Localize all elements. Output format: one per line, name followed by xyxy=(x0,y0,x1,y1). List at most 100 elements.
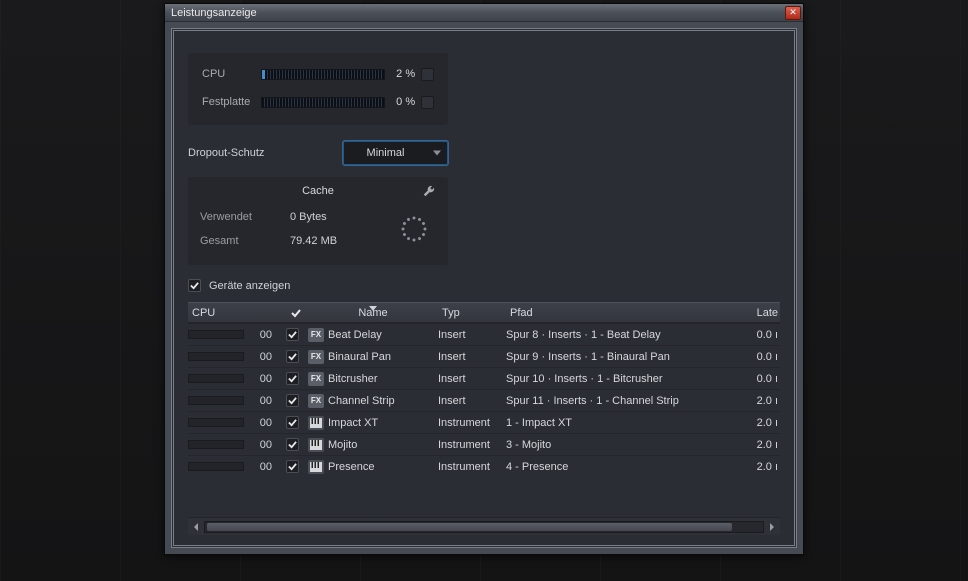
table-row[interactable]: 00FXBeat DelayInsertSpur 8 · Inserts · 1… xyxy=(188,323,780,345)
wrench-icon[interactable] xyxy=(422,184,436,198)
cpu-value: 2 % xyxy=(385,68,415,80)
fx-icon: FX xyxy=(308,394,324,408)
row-path: Spur 9 · Inserts · 1 - Binaural Pan xyxy=(506,351,740,363)
row-latency: 0.0 ı xyxy=(740,373,780,385)
horizontal-scrollbar[interactable] xyxy=(188,517,780,535)
disk-label: Festplatte xyxy=(202,96,261,108)
scroll-right-button[interactable] xyxy=(764,519,780,535)
spinner-icon xyxy=(400,215,428,243)
meters-panel: CPU 2 % Festplatte 0 % xyxy=(188,53,448,125)
row-cpu-meter xyxy=(188,418,244,427)
col-name[interactable]: Name xyxy=(308,307,438,319)
show-devices-row: Geräte anzeigen xyxy=(188,279,780,292)
cpu-meter-row: CPU 2 % xyxy=(202,63,434,85)
row-cpu-meter xyxy=(188,462,244,471)
cache-used-label: Verwendet xyxy=(200,211,290,223)
cache-header: Cache xyxy=(200,185,436,197)
row-name: Binaural Pan xyxy=(328,351,391,363)
show-devices-checkbox[interactable] xyxy=(188,279,201,292)
scroll-left-button[interactable] xyxy=(188,519,204,535)
row-type: Insert xyxy=(438,351,506,363)
table-row[interactable]: 00 FX Binaural Pan InsertSpur 9 · Inserts ·… xyxy=(188,345,780,367)
row-latency: 0.0 ı xyxy=(740,329,780,341)
cpu-cell: 00 xyxy=(188,395,284,407)
dialog-body: CPU 2 % Festplatte 0 % Dropout-Schutz xyxy=(171,28,797,548)
col-latency[interactable]: Late xyxy=(740,307,780,319)
row-name: Beat Delay xyxy=(328,329,382,341)
cpu-cell: 00 xyxy=(188,417,284,429)
row-enable-checkbox[interactable] xyxy=(286,460,299,473)
row-path: Spur 11 · Inserts · 1 - Channel Strip xyxy=(506,395,740,407)
table-row[interactable]: 00FXBitcrusherInsertSpur 10 · Inserts · … xyxy=(188,367,780,389)
cpu-cell: 00 xyxy=(188,351,284,363)
window-title: Leistungsanzeige xyxy=(171,7,785,19)
row-type: Insert xyxy=(438,395,506,407)
titlebar[interactable]: Leistungsanzeige ✕ xyxy=(165,4,803,22)
row-path: 4 - Presence xyxy=(506,461,740,473)
row-cpu-meter xyxy=(188,352,244,361)
table-row[interactable]: 00Impact XTInstrument1 - Impact XT2.0 ı xyxy=(188,411,780,433)
row-cpu-value: 00 xyxy=(250,351,272,363)
row-enable-checkbox[interactable] xyxy=(286,416,299,429)
table-row[interactable]: 00 FX Channel Strip InsertSpur 11 · Inserts… xyxy=(188,389,780,411)
fx-icon: FX xyxy=(308,372,324,386)
dropout-dropdown[interactable]: Minimal xyxy=(343,141,448,165)
scroll-track[interactable] xyxy=(204,521,764,533)
cpu-clip-indicator[interactable] xyxy=(421,68,434,81)
row-path: Spur 8 · Inserts · 1 - Beat Delay xyxy=(506,329,740,341)
row-cpu-meter xyxy=(188,440,244,449)
performance-dialog: Leistungsanzeige ✕ CPU 2 % Festplatte 0 … xyxy=(164,3,804,555)
table-header[interactable]: CPU Name Typ Pfad Late xyxy=(188,302,780,323)
dropout-selected: Minimal xyxy=(344,147,427,159)
close-button[interactable]: ✕ xyxy=(785,6,801,20)
row-cpu-value: 00 xyxy=(250,395,272,407)
row-name: Channel Strip xyxy=(328,395,395,407)
cache-total-label: Gesamt xyxy=(200,235,290,247)
row-latency: 2.0 ı xyxy=(740,461,780,473)
row-name: Mojito xyxy=(328,439,357,451)
row-cpu-value: 00 xyxy=(250,373,272,385)
chevron-down-icon xyxy=(433,151,441,156)
scroll-thumb[interactable] xyxy=(207,523,732,531)
row-cpu-meter xyxy=(188,396,244,405)
row-latency: 2.0 ı xyxy=(740,395,780,407)
row-type: Instrument xyxy=(438,461,506,473)
row-name-cell: Presence xyxy=(308,460,438,474)
row-name-cell: FX Binaural Pan xyxy=(308,350,438,364)
row-path: 1 - Impact XT xyxy=(506,417,740,429)
row-cpu-value: 00 xyxy=(250,439,272,451)
row-name-cell: FX Bitcrusher xyxy=(308,372,438,386)
cpu-cell: 00 xyxy=(188,329,284,341)
show-devices-label: Geräte anzeigen xyxy=(209,280,290,292)
row-name: Bitcrusher xyxy=(328,373,378,385)
disk-value: 0 % xyxy=(385,96,415,108)
disk-meter-row: Festplatte 0 % xyxy=(202,91,434,113)
col-type[interactable]: Typ xyxy=(438,307,506,319)
cpu-cell: 00 xyxy=(188,461,284,473)
fx-icon: FX xyxy=(308,350,324,364)
col-path[interactable]: Pfad xyxy=(506,307,740,319)
table-body: 00FXBeat DelayInsertSpur 8 · Inserts · 1… xyxy=(188,323,780,517)
col-cpu[interactable]: CPU xyxy=(188,307,284,319)
row-enable-checkbox[interactable] xyxy=(286,372,299,385)
disk-clip-indicator[interactable] xyxy=(421,96,434,109)
row-latency: 2.0 ı xyxy=(740,439,780,451)
cpu-label: CPU xyxy=(202,68,261,80)
row-enable-checkbox[interactable] xyxy=(286,394,299,407)
cache-panel: Cache Verwendet 0 Bytes Gesamt 79.42 MB xyxy=(188,177,448,265)
row-type: Instrument xyxy=(438,417,506,429)
row-path: Spur 10 · Inserts · 1 - Bitcrusher xyxy=(506,373,740,385)
col-enabled[interactable] xyxy=(284,308,308,318)
instrument-icon xyxy=(308,460,324,474)
row-enable-checkbox[interactable] xyxy=(286,438,299,451)
row-enable-checkbox[interactable] xyxy=(286,328,299,341)
row-cpu-meter xyxy=(188,330,244,339)
table-row[interactable]: 00MojitoInstrument3 - Mojito2.0 ı xyxy=(188,433,780,455)
row-enable-checkbox[interactable] xyxy=(286,350,299,363)
row-name-cell: Impact XT xyxy=(308,416,438,430)
row-latency: 0.0 ı xyxy=(740,351,780,363)
row-cpu-meter xyxy=(188,374,244,383)
disk-meter xyxy=(261,97,385,108)
instrument-icon xyxy=(308,416,324,430)
table-row[interactable]: 00 PresenceInstrument4 - Presence2.0 ı xyxy=(188,455,780,477)
